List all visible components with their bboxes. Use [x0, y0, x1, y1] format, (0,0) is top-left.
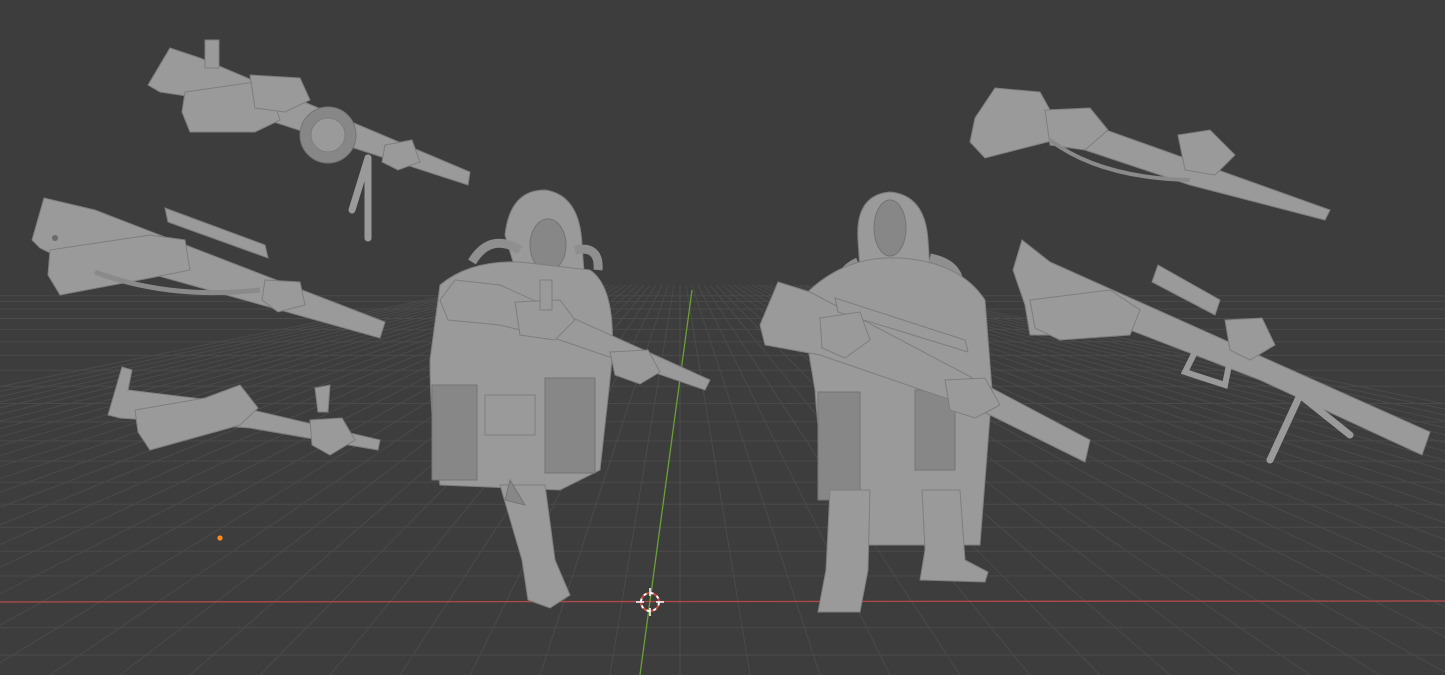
origin-point-icon [217, 535, 223, 541]
3d-viewport[interactable]: .m { fill:#9a9a9a; stroke:#7e7e7e; strok… [0, 0, 1445, 675]
viewport-canvas[interactable]: .m { fill:#9a9a9a; stroke:#7e7e7e; strok… [0, 0, 1445, 675]
